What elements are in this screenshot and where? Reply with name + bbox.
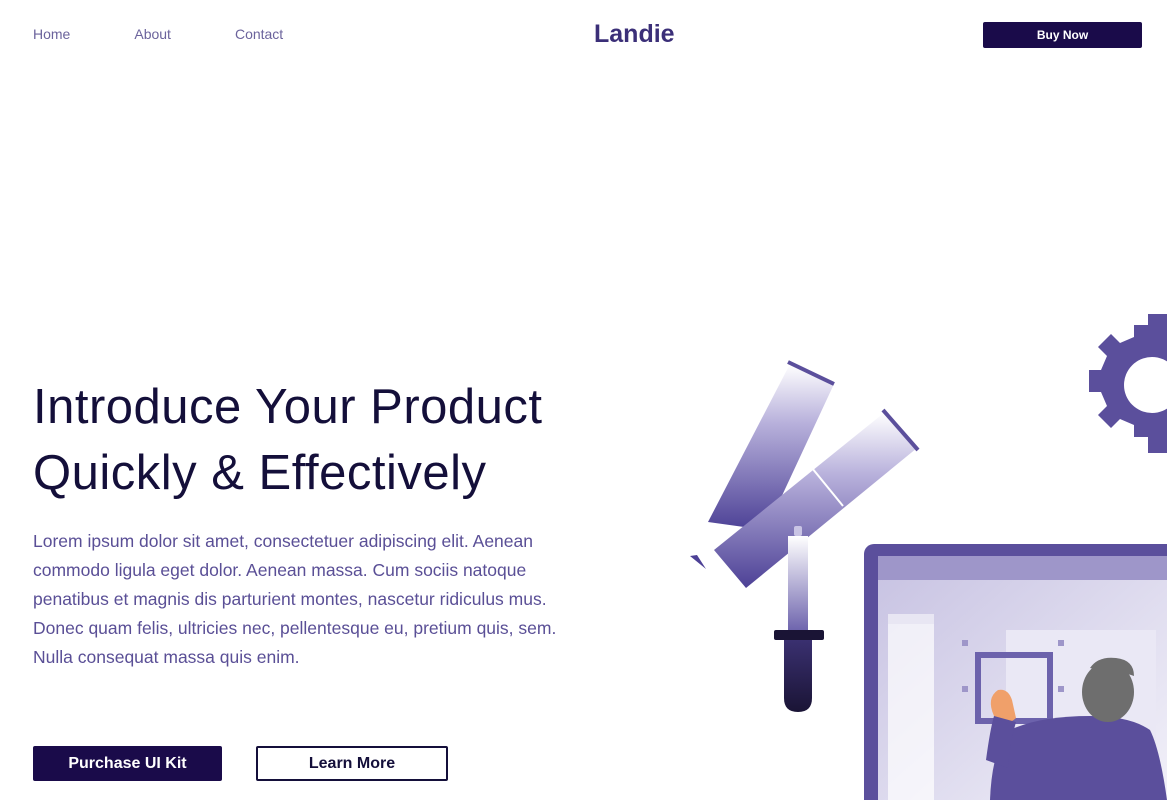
brand-logo[interactable]: Landie — [594, 18, 675, 50]
nav-contact-link[interactable]: Contact — [235, 24, 283, 44]
hero-title-line-1: Introduce Your Product — [33, 380, 543, 434]
purchase-ui-kit-button[interactable]: Purchase UI Kit — [33, 746, 222, 781]
hero-title-line-2: Quickly & Effectively — [33, 446, 487, 500]
main-nav: Home About Contact — [33, 24, 347, 44]
nav-home-link[interactable]: Home — [33, 24, 70, 44]
gear-icon — [1089, 314, 1167, 453]
learn-more-button[interactable]: Learn More — [256, 746, 448, 781]
hero-title: Introduce Your Product Quickly & Effecti… — [33, 374, 633, 506]
buy-now-button[interactable]: Buy Now — [983, 22, 1142, 48]
hero-illustration — [690, 314, 1167, 800]
nav-about-link[interactable]: About — [134, 24, 171, 44]
landing-page: Home About Contact Landie Buy Now Introd… — [0, 0, 1167, 800]
hero-description: Lorem ipsum dolor sit amet, consectetuer… — [33, 531, 557, 667]
